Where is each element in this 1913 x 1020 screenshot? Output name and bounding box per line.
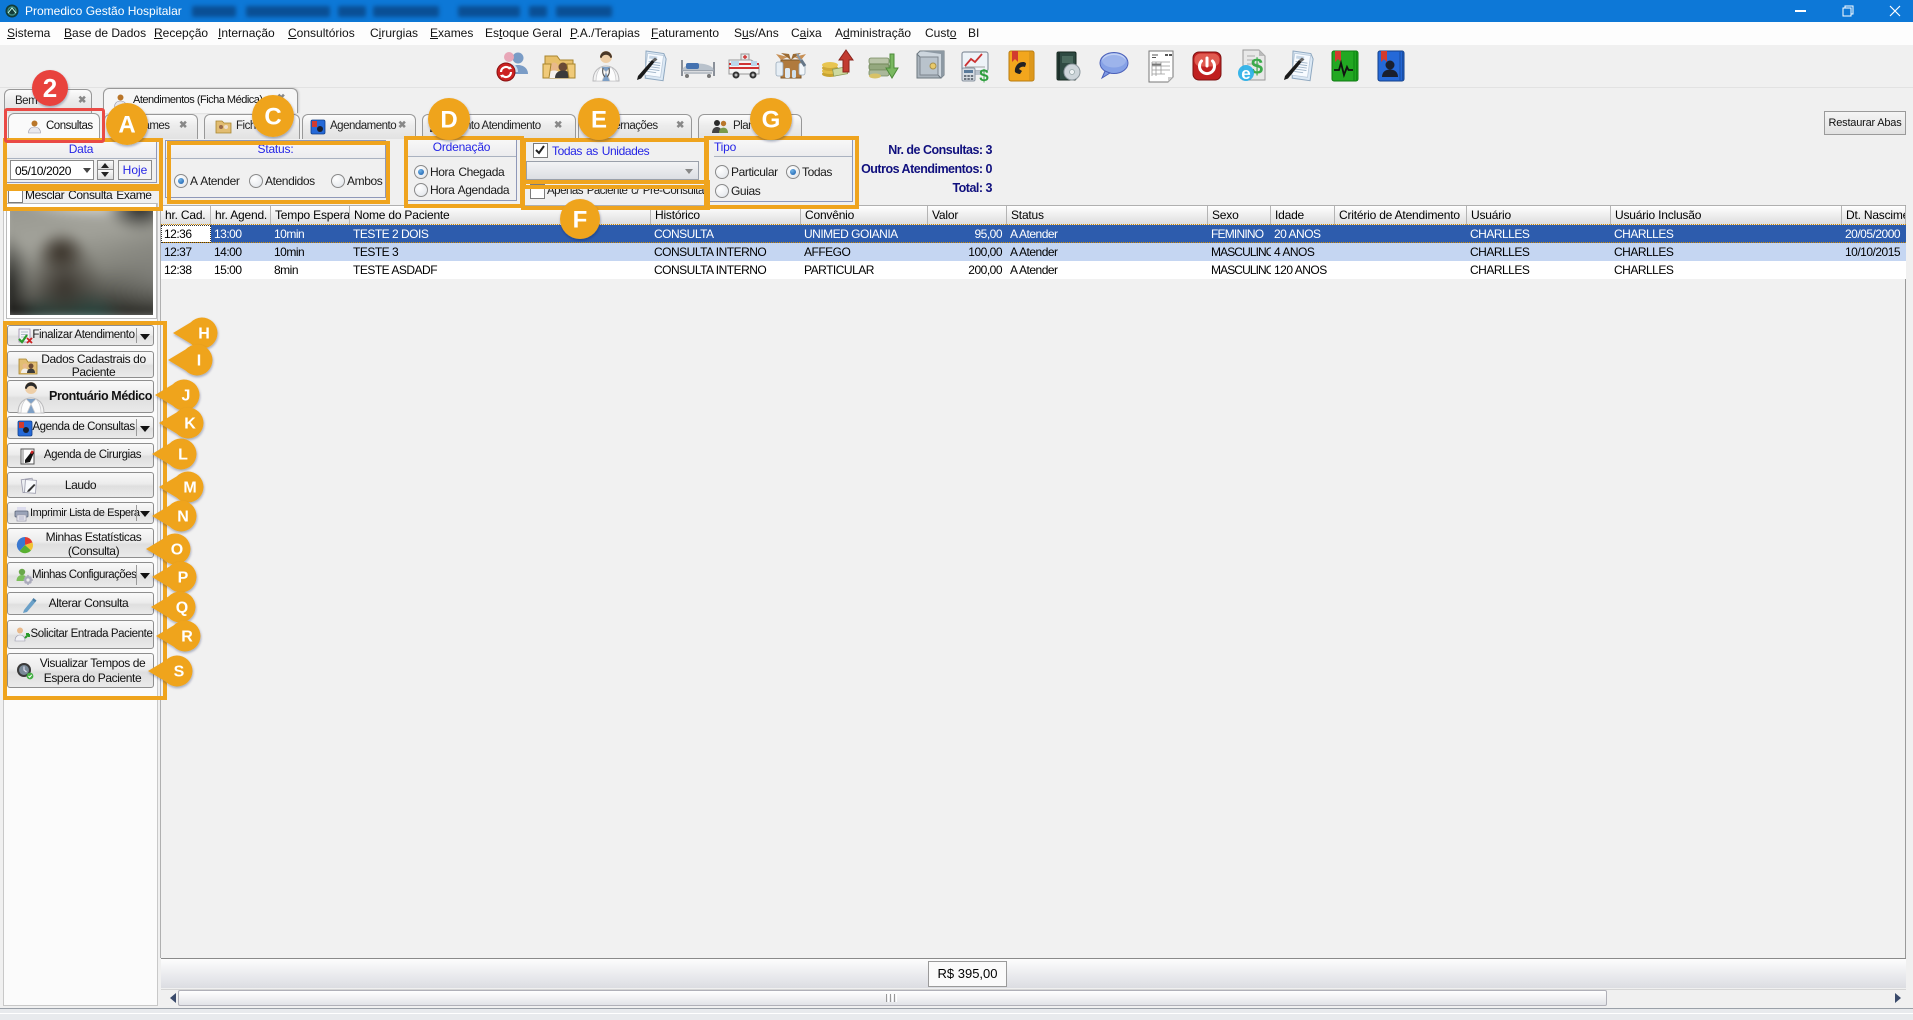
svg-text:$: $ <box>979 66 989 84</box>
svg-text:e: e <box>1241 64 1250 83</box>
